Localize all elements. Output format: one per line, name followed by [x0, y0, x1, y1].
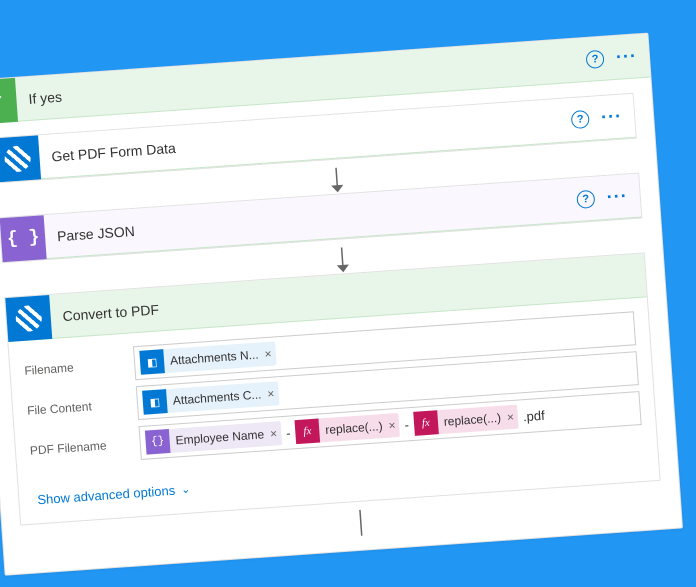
json-icon: { } — [0, 215, 47, 262]
help-icon[interactable]: ? — [576, 189, 595, 208]
more-icon[interactable]: ··· — [615, 45, 637, 67]
fx-icon: fx — [413, 410, 439, 436]
token-attachments-name[interactable]: ◧ Attachments N... × — [139, 341, 276, 374]
help-icon[interactable]: ? — [585, 49, 604, 68]
token-expression-replace[interactable]: fx replace(...) × — [413, 405, 519, 436]
chevron-down-icon: ⌄ — [181, 483, 191, 497]
show-advanced-options-link[interactable]: Show advanced options ⌄ — [37, 482, 191, 508]
outlook-icon: ◧ — [142, 389, 168, 415]
field-label: PDF Filename — [30, 436, 141, 458]
condition-branch-if-yes[interactable]: If yes ? ··· Get PDF Form Data ? ··· — [0, 33, 683, 576]
more-icon[interactable]: ··· — [600, 106, 622, 128]
remove-token-icon[interactable]: × — [388, 418, 396, 432]
literal-separator: - — [402, 417, 411, 433]
connector-icon — [0, 135, 41, 182]
field-label: Filename — [24, 356, 135, 378]
fx-icon: fx — [295, 419, 321, 445]
outlook-icon: ◧ — [139, 349, 165, 375]
literal-separator: - — [284, 425, 293, 441]
remove-token-icon[interactable]: × — [267, 387, 275, 401]
more-icon[interactable]: ··· — [606, 185, 628, 207]
action-convert-to-pdf[interactable]: Convert to PDF Filename ◧ Attachments N.… — [4, 252, 660, 525]
help-icon[interactable]: ? — [571, 109, 590, 128]
connector-icon — [5, 295, 52, 342]
token-employee-name[interactable]: {} Employee Name × — [145, 421, 282, 454]
remove-token-icon[interactable]: × — [264, 347, 272, 361]
token-attachments-content[interactable]: ◧ Attachments C... × — [142, 381, 279, 414]
remove-token-icon[interactable]: × — [507, 410, 515, 424]
field-label: File Content — [27, 396, 138, 418]
json-icon: {} — [145, 429, 171, 455]
checkmark-icon — [0, 77, 18, 124]
remove-token-icon[interactable]: × — [270, 426, 278, 440]
literal-extension: .pdf — [520, 407, 547, 424]
token-expression-replace[interactable]: fx replace(...) × — [295, 413, 401, 444]
